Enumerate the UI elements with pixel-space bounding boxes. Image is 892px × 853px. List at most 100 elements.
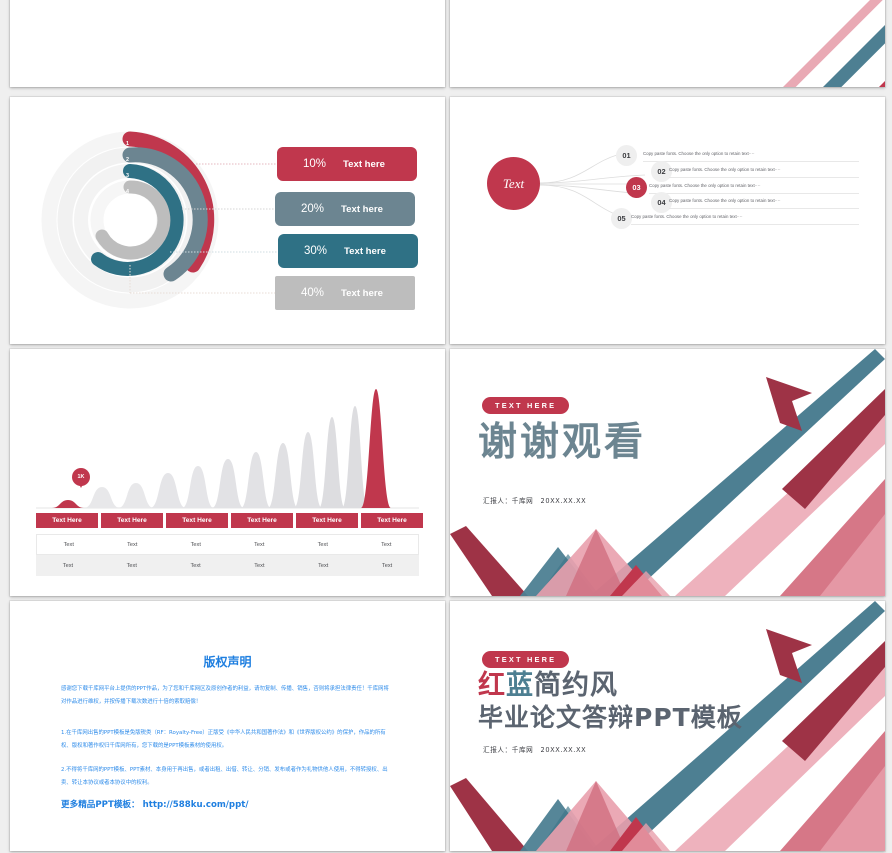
copyright-title: 版权声明 bbox=[203, 655, 252, 669]
legend-percent: 40% bbox=[300, 287, 324, 299]
legend-percent: 30% bbox=[303, 245, 327, 257]
header-cell-label: Text Here bbox=[377, 517, 407, 524]
legend-row-3[interactable]: 30% Text here bbox=[278, 234, 418, 268]
center-label: Text bbox=[502, 175, 525, 191]
spike-1 bbox=[52, 500, 84, 508]
header-cell-3[interactable]: Text Here bbox=[166, 513, 228, 528]
badge-label: TEXT HERE bbox=[495, 655, 557, 664]
arc-marker-2: 2 bbox=[126, 157, 129, 163]
template-link[interactable]: 更多精品PPT模板： http://588ku.com/ppt/ bbox=[61, 798, 249, 810]
slide-copyright[interactable]: 版权声明 感谢您下载千库网平台上提供的PPT作品，为了您和千库网区及原创作者的利… bbox=[10, 601, 445, 851]
arc-marker-1: 1 bbox=[126, 141, 129, 147]
slide-part-divider[interactable]: PART Copy paste fonts. Choose the only o… bbox=[450, 0, 885, 87]
cover-title-rest: 简约风 bbox=[534, 670, 618, 701]
table-cell: Text bbox=[318, 562, 329, 569]
table-cell: Text bbox=[127, 541, 138, 548]
arc-marker-3: 3 bbox=[126, 173, 129, 179]
table-row[interactable]: Text Text Text Text Text Text bbox=[36, 555, 419, 576]
node-rule-02 bbox=[669, 177, 859, 178]
thank-you-title: 谢谢观看 bbox=[478, 420, 647, 465]
node-number: 04 bbox=[657, 198, 666, 207]
legend-row-1[interactable]: 10% Text here bbox=[277, 147, 417, 181]
node-rule-04 bbox=[669, 208, 859, 209]
table-cell: Text bbox=[190, 541, 201, 548]
node-number: 05 bbox=[617, 214, 626, 223]
spike-5 bbox=[182, 466, 214, 508]
data-table: Text Text Text Text Text Text Text Text … bbox=[36, 534, 419, 576]
spike-6 bbox=[212, 459, 244, 508]
spike-9 bbox=[294, 432, 322, 508]
table-cell: Text bbox=[381, 541, 392, 548]
badge-text-here[interactable]: TEXT HERE bbox=[482, 651, 570, 668]
node-text-01: Copy paste fonts. Choose the only option… bbox=[643, 151, 755, 156]
copyright-paragraph-1: 感谢您下载千库网平台上提供的PPT作品，为了您和千库网区及原创作者的利益，请勿复… bbox=[61, 686, 389, 705]
node-text-02: Copy paste fonts. Choose the only option… bbox=[669, 167, 781, 172]
decorative-arrows-graphic bbox=[450, 349, 885, 596]
node-number: 02 bbox=[657, 167, 666, 176]
table-cell: Text bbox=[254, 541, 265, 548]
legend-label: Text here bbox=[344, 245, 386, 257]
pin-label: 1K bbox=[77, 474, 85, 480]
spike-2 bbox=[84, 487, 120, 508]
header-cell-label: Text Here bbox=[247, 517, 277, 524]
table-row[interactable]: Text Text Text Text Text Text bbox=[36, 534, 419, 555]
mindmap-node-05[interactable]: 05 bbox=[611, 208, 632, 229]
legend-row-2[interactable]: 20% Text here bbox=[275, 192, 415, 226]
table-cell: Text bbox=[62, 562, 74, 569]
decor-stripe-teal bbox=[802, 0, 885, 87]
slide-deck: Copy paste fonts. Choose the only option… bbox=[0, 0, 892, 853]
cover-title: 红蓝简约风 bbox=[478, 670, 618, 701]
spike-10 bbox=[319, 417, 345, 508]
presenter-meta: 汇报人：千库网 20XX.XX.XX bbox=[483, 746, 587, 754]
node-text-04: Copy paste fonts. Choose the only option… bbox=[669, 198, 781, 203]
legend-percent: 20% bbox=[300, 203, 324, 215]
cover-subtitle: 毕业论文答辩PPT模板 bbox=[478, 703, 743, 732]
slide-spike-chart[interactable]: 1K 9K 1K Text Here Text Here Text Here T… bbox=[10, 349, 445, 596]
node-rule-03 bbox=[649, 193, 859, 194]
mindmap-node-01[interactable]: 01 bbox=[616, 145, 637, 166]
spike-7 bbox=[241, 452, 271, 508]
legend-label: Text here bbox=[341, 287, 383, 299]
legend-label: Text here bbox=[343, 158, 385, 170]
header-cell-6[interactable]: Text Here bbox=[361, 513, 423, 528]
header-cell-label: Text Here bbox=[182, 517, 212, 524]
slide-donut-chart[interactable]: 1 2 3 4 10% Text here 20% Text here 30% … bbox=[10, 97, 445, 344]
table-cell: Text bbox=[317, 541, 328, 548]
header-cell-4[interactable]: Text Here bbox=[231, 513, 293, 528]
header-cell-2[interactable]: Text Here bbox=[101, 513, 163, 528]
spike-chart-graphic bbox=[36, 389, 419, 509]
mindmap-connectors bbox=[539, 154, 646, 215]
table-cell: Text bbox=[126, 562, 137, 569]
legend-row-4[interactable]: 40% Text here bbox=[275, 276, 415, 310]
mindmap-center-node[interactable]: Text bbox=[487, 157, 540, 210]
spike-8 bbox=[268, 443, 298, 508]
node-rule-05 bbox=[631, 224, 859, 225]
copyright-paragraph-3: 2.不得将千库网的PPT模板、PPT素材、本身用于再出售，或者出租、出借、转让、… bbox=[61, 767, 388, 786]
header-cell-label: Text Here bbox=[117, 517, 147, 524]
slide-mindmap[interactable]: Text 01 Copy paste fonts. Choose the onl… bbox=[450, 97, 885, 344]
header-cell-label: Text Here bbox=[52, 517, 82, 524]
slide-thank-you[interactable]: TEXT HERE 谢谢观看 汇报人：千库网 20XX.XX.XX bbox=[450, 349, 885, 596]
header-cell-5[interactable]: Text Here bbox=[296, 513, 358, 528]
badge-text-here[interactable]: TEXT HERE bbox=[482, 397, 570, 414]
spike-3 bbox=[118, 483, 154, 508]
spike-11 bbox=[342, 406, 368, 508]
node-text-03: Copy paste fonts. Choose the only option… bbox=[649, 183, 761, 188]
header-cell-label: Text Here bbox=[312, 517, 342, 524]
legend-label: Text here bbox=[341, 203, 383, 215]
header-cell-1[interactable]: Text Here bbox=[36, 513, 98, 528]
mindmap-node-03[interactable]: 03 bbox=[626, 177, 647, 198]
table-cell: Text bbox=[254, 562, 265, 569]
slide-text-cards[interactable]: Copy paste fonts. Choose the only option… bbox=[10, 0, 445, 87]
cover-title-red: 红 bbox=[478, 670, 506, 701]
table-cell: Text bbox=[63, 541, 74, 548]
spike-4 bbox=[150, 473, 186, 508]
presenter-meta: 汇报人：千库网 20XX.XX.XX bbox=[483, 497, 587, 505]
table-cell: Text bbox=[190, 562, 201, 569]
chart-pin-1k: 1K bbox=[72, 468, 90, 488]
node-number: 01 bbox=[622, 151, 631, 160]
cover-title-blue: 蓝 bbox=[506, 670, 534, 701]
badge-label: TEXT HERE bbox=[495, 401, 557, 410]
slide-cover-title[interactable]: TEXT HERE 红蓝简约风 毕业论文答辩PPT模板 汇报人：千库网 20XX… bbox=[450, 601, 885, 851]
node-rule-01 bbox=[643, 161, 859, 162]
